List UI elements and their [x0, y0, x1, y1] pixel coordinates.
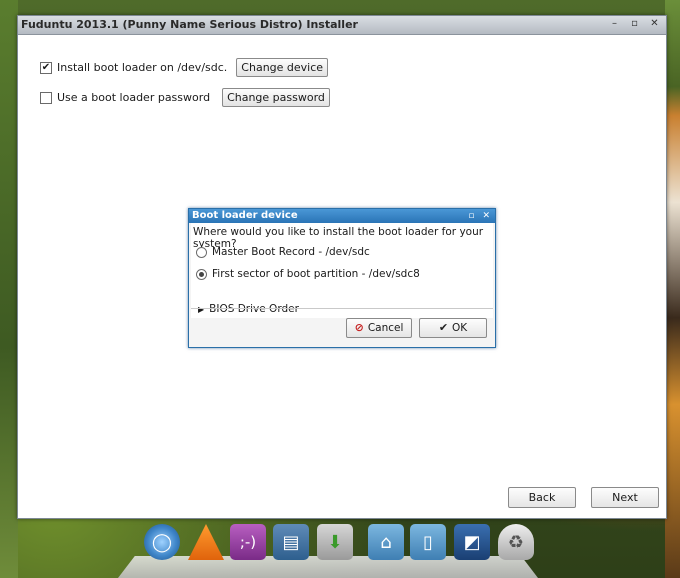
window-controls: – ▫ ✕: [609, 18, 660, 29]
cancel-label: Cancel: [367, 322, 404, 334]
radio-button[interactable]: [196, 246, 207, 258]
maximize-icon[interactable]: ▫: [629, 18, 640, 29]
expander-arrow-icon: ▶: [198, 304, 205, 314]
radio-first-sector[interactable]: First sector of boot partition - /dev/sd…: [196, 268, 420, 280]
vlc-icon[interactable]: [188, 524, 224, 560]
expander-label: BIOS Drive Order: [209, 303, 299, 315]
ok-button[interactable]: ✔ OK: [419, 318, 487, 338]
document-viewer-icon[interactable]: ▤: [273, 524, 309, 560]
dialog-title: Boot loader device: [192, 210, 298, 221]
documents-folder-icon[interactable]: ▯: [410, 524, 446, 560]
change-device-button[interactable]: Change device: [236, 58, 329, 77]
install-bootloader-row: ✔ Install boot loader on /dev/sdc. Chang…: [40, 58, 329, 77]
home-folder-icon[interactable]: ⌂: [368, 524, 404, 560]
dialog-body: Where would you like to install the boot…: [191, 223, 493, 318]
desktop-wallpaper-left: [0, 0, 18, 578]
checkmark-icon: ✔: [438, 321, 449, 334]
dialog-titlebar[interactable]: Boot loader device ▫ ✕: [189, 209, 495, 223]
dialog-maximize-icon[interactable]: ▫: [468, 209, 474, 223]
radio-label: First sector of boot partition - /dev/sd…: [212, 268, 420, 280]
pidgin-icon[interactable]: ;-): [230, 524, 266, 560]
cancel-button[interactable]: ⊘ Cancel: [346, 318, 412, 338]
window-title: Fuduntu 2013.1 (Punny Name Serious Distr…: [21, 18, 358, 31]
dock: ◯ ;-) ▤ ⬇ ⌂ ▯ ◩ ♻: [118, 516, 538, 578]
radio-label: Master Boot Record - /dev/sdc: [212, 246, 370, 258]
next-button[interactable]: Next: [591, 487, 659, 508]
install-bootloader-checkbox[interactable]: ✔: [40, 61, 52, 74]
dialog-close-icon[interactable]: ✕: [482, 209, 490, 223]
window-titlebar[interactable]: Fuduntu 2013.1 (Punny Name Serious Distr…: [18, 16, 666, 35]
radio-master-boot-record[interactable]: Master Boot Record - /dev/sdc: [196, 246, 370, 258]
chromium-icon[interactable]: ◯: [144, 524, 180, 560]
bootloader-device-dialog: Boot loader device ▫ ✕ Where would you l…: [188, 208, 496, 348]
install-bootloader-label: Install boot loader on /dev/sdc.: [57, 61, 228, 74]
desktop-settings-icon[interactable]: ◩: [454, 524, 490, 560]
bios-drive-order-expander[interactable]: ▶ BIOS Drive Order: [198, 303, 299, 315]
desktop-wallpaper-right: [665, 0, 680, 578]
radio-button[interactable]: [196, 268, 207, 280]
dialog-controls: ▫ ✕: [468, 209, 490, 223]
bootloader-password-row: Use a boot loader password Change passwo…: [40, 88, 330, 107]
close-icon[interactable]: ✕: [649, 18, 660, 29]
ok-label: OK: [452, 322, 468, 334]
dialog-separator: [191, 308, 493, 309]
bootloader-password-checkbox[interactable]: [40, 91, 52, 104]
trash-icon[interactable]: ♻: [498, 524, 534, 560]
cancel-icon: ⊘: [354, 321, 364, 334]
minimize-icon[interactable]: –: [609, 18, 620, 29]
change-password-button[interactable]: Change password: [222, 88, 330, 107]
back-button[interactable]: Back: [508, 487, 576, 508]
bootloader-password-label: Use a boot loader password: [57, 91, 211, 104]
installer-icon[interactable]: ⬇: [317, 524, 353, 560]
